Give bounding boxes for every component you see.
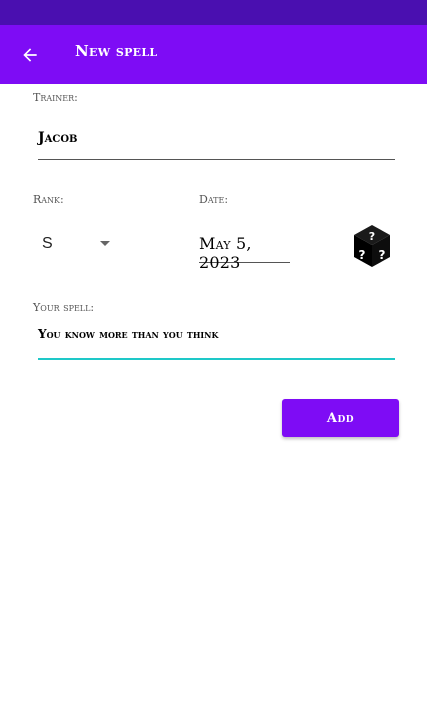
add-button[interactable]: Add bbox=[282, 399, 399, 437]
svg-text:?: ? bbox=[379, 248, 386, 262]
dice-question-icon: ? ? ? bbox=[354, 225, 390, 267]
svg-text:?: ? bbox=[369, 230, 375, 243]
spell-label: Your spell: bbox=[33, 301, 95, 314]
status-bar bbox=[0, 0, 427, 25]
dropdown-caret-icon bbox=[100, 241, 110, 246]
date-label: Date: bbox=[199, 193, 229, 206]
date-picker-field[interactable]: May 5, 2023 bbox=[199, 226, 290, 272]
app-bar: New spell bbox=[0, 25, 427, 84]
trainer-label: Trainer: bbox=[33, 91, 78, 104]
spell-input[interactable]: You know more than you think bbox=[38, 318, 395, 360]
date-value: May 5, 2023 bbox=[199, 234, 252, 272]
svg-text:?: ? bbox=[359, 248, 366, 262]
random-spell-button[interactable]: ? ? ? bbox=[350, 223, 394, 269]
rank-dropdown[interactable]: S bbox=[38, 226, 118, 260]
rank-selected-value: S bbox=[42, 235, 53, 252]
arrow-left-icon bbox=[23, 48, 37, 62]
back-button[interactable] bbox=[14, 39, 46, 71]
trainer-value: Jacob bbox=[38, 130, 78, 146]
page-title: New spell bbox=[75, 42, 158, 60]
trainer-input[interactable]: Jacob bbox=[38, 118, 395, 160]
spell-value: You know more than you think bbox=[38, 327, 219, 341]
rank-label: Rank: bbox=[33, 193, 64, 206]
